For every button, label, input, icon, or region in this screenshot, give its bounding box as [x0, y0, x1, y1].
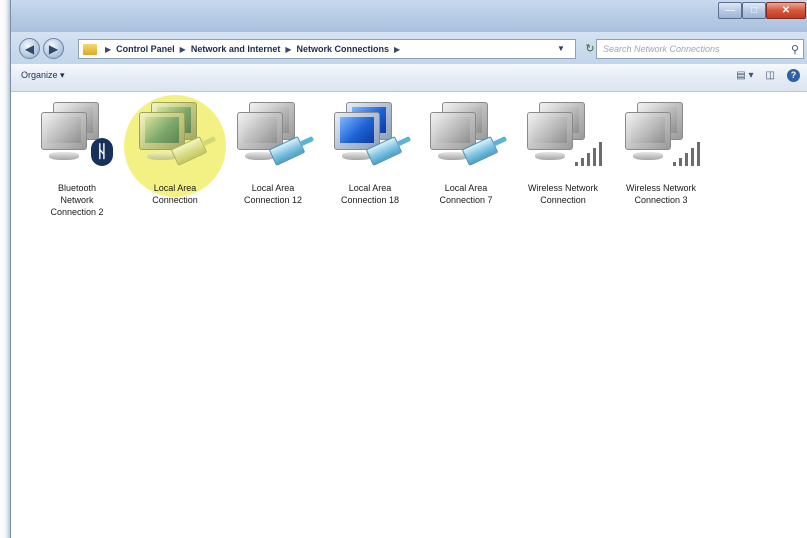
change-view-icon[interactable]: ▤ ▾ — [736, 70, 753, 81]
connection-item-local-area[interactable]: Local Area Connection — [129, 98, 221, 206]
label-line: Wireless Network — [527, 183, 598, 193]
window-left-frame — [0, 0, 10, 538]
breadcrumb-arrow-icon[interactable]: ▶ — [180, 45, 186, 54]
network-adapter-icon — [324, 98, 416, 182]
connection-label: Local Area Connection 7 — [420, 182, 512, 206]
label-line: Local Area — [348, 183, 392, 193]
signal-bars-icon — [573, 134, 605, 166]
control-panel-icon — [83, 43, 97, 55]
navigation-bar: ◀ ▶ ▶ Control Panel ▶ Network and Intern… — [11, 32, 807, 64]
label-line: Local Area — [444, 183, 488, 193]
connection-label: Wireless Network Connection 3 — [615, 182, 707, 206]
close-button[interactable]: ✕ — [766, 2, 806, 19]
search-placeholder: Search Network Connections — [603, 44, 720, 54]
connections-pane: ᚺ Bluetooth Network Connection 2 Local A… — [11, 92, 807, 538]
network-adapter-icon — [517, 98, 609, 182]
connection-item-bluetooth[interactable]: ᚺ Bluetooth Network Connection 2 — [31, 98, 123, 218]
preview-pane-icon[interactable]: ◫ — [766, 70, 775, 81]
label-line: Connection 7 — [439, 195, 493, 205]
connection-label: Wireless Network Connection — [517, 182, 609, 206]
label-line: Local Area — [153, 183, 197, 193]
forward-button[interactable]: ▶ — [43, 38, 64, 59]
connection-label: Local Area Connection — [129, 182, 221, 206]
minimize-button[interactable]: — — [718, 2, 742, 19]
title-bar: — □ ✕ — [11, 0, 807, 32]
search-input[interactable]: Search Network Connections ⚲ — [596, 39, 804, 59]
breadcrumb-arrow-icon[interactable]: ▶ — [285, 45, 291, 54]
label-line: Connection — [540, 195, 586, 205]
address-dropdown-icon[interactable]: ▼ — [555, 40, 567, 58]
breadcrumb-network-and-internet[interactable]: Network and Internet — [191, 44, 281, 54]
connection-label: Local Area Connection 18 — [324, 182, 416, 206]
connection-item-local-area-18[interactable]: Local Area Connection 18 — [324, 98, 416, 206]
command-bar: Organize ▾ ▤ ▾ ◫ ? — [11, 64, 807, 92]
breadcrumb-control-panel[interactable]: Control Panel — [116, 44, 175, 54]
organize-button[interactable]: Organize ▾ — [21, 70, 65, 81]
connection-item-wireless[interactable]: Wireless Network Connection — [517, 98, 609, 206]
network-adapter-icon — [615, 98, 707, 182]
connection-item-local-area-12[interactable]: Local Area Connection 12 — [227, 98, 319, 206]
caption-buttons: — □ ✕ — [718, 2, 806, 19]
label-line: Local Area — [251, 183, 295, 193]
connection-label: Local Area Connection 12 — [227, 182, 319, 206]
label-line: Connection 3 — [634, 195, 688, 205]
label-line: Bluetooth — [57, 183, 97, 193]
label-line: Network — [60, 195, 94, 205]
network-adapter-icon — [420, 98, 512, 182]
network-adapter-icon — [129, 98, 221, 182]
network-adapter-icon: ᚺ — [31, 98, 123, 182]
view-controls: ▤ ▾ ◫ ? — [736, 69, 800, 82]
help-icon[interactable]: ? — [787, 69, 800, 82]
connection-item-local-area-7[interactable]: Local Area Connection 7 — [420, 98, 512, 206]
maximize-button[interactable]: □ — [742, 2, 766, 19]
back-button[interactable]: ◀ — [19, 38, 40, 59]
explorer-window: — □ ✕ ◀ ▶ ▶ Control Panel ▶ Network and … — [10, 0, 807, 538]
bluetooth-icon: ᚺ — [91, 138, 113, 166]
label-line: Connection 12 — [243, 195, 303, 205]
label-line: Wireless Network — [625, 183, 696, 193]
connection-item-wireless-3[interactable]: Wireless Network Connection 3 — [615, 98, 707, 206]
breadcrumb-network-connections[interactable]: Network Connections — [297, 44, 390, 54]
label-line: Connection 18 — [340, 195, 400, 205]
label-line: Connection — [152, 195, 198, 205]
signal-bars-icon — [671, 134, 703, 166]
search-icon[interactable]: ⚲ — [791, 41, 799, 59]
breadcrumb-arrow-icon[interactable]: ▶ — [394, 45, 400, 54]
connection-label: Bluetooth Network Connection 2 — [31, 182, 123, 218]
address-bar[interactable]: ▶ Control Panel ▶ Network and Internet ▶… — [78, 39, 576, 59]
breadcrumb-arrow-icon[interactable]: ▶ — [105, 45, 111, 54]
network-adapter-icon — [227, 98, 319, 182]
label-line: Connection 2 — [50, 207, 104, 217]
